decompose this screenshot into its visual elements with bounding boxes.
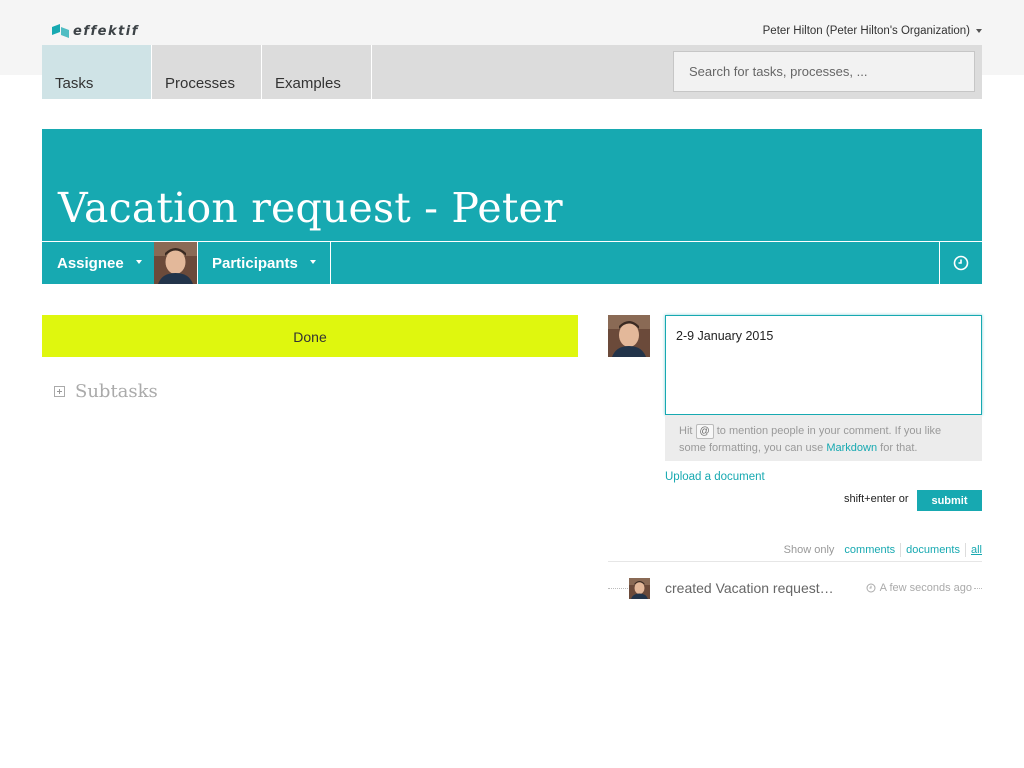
comment-input[interactable]: 2-9 January 2015	[665, 315, 982, 415]
subtasks-toggle[interactable]: Subtasks	[54, 381, 158, 402]
app-logo[interactable]: effektif	[52, 22, 139, 40]
activity-avatar	[629, 578, 650, 599]
timestamp-text: A few seconds ago	[879, 582, 972, 594]
tab-examples[interactable]: Examples	[262, 45, 372, 99]
subtasks-label: Subtasks	[75, 381, 158, 402]
avatar-image	[608, 315, 650, 357]
chevron-down-icon	[976, 29, 982, 33]
logo-text: effektif	[73, 23, 139, 39]
filter-all[interactable]: all	[971, 544, 982, 556]
activity-timestamp: A few seconds ago	[866, 582, 972, 594]
tab-processes[interactable]: Processes	[152, 45, 262, 99]
markdown-link[interactable]: Markdown	[826, 442, 877, 454]
task-title[interactable]: Vacation request - Peter	[58, 184, 563, 232]
expand-icon	[54, 386, 65, 397]
tab-label: Processes	[165, 75, 236, 92]
hint-text-pre: Hit	[679, 425, 693, 437]
user-menu-label: Peter Hilton (Peter Hilton's Organizatio…	[762, 25, 970, 37]
avatar-image	[154, 242, 197, 284]
divider	[608, 588, 628, 589]
avatar-image	[629, 578, 650, 599]
filter-comments[interactable]: comments	[844, 544, 895, 556]
comment-avatar	[608, 315, 650, 357]
done-button[interactable]: Done	[42, 315, 578, 357]
tab-label: Tasks	[55, 75, 94, 92]
submit-button[interactable]: submit	[917, 490, 982, 511]
show-only-label: Show only	[783, 544, 835, 556]
chevron-down-icon	[309, 260, 316, 265]
search-input[interactable]	[673, 51, 975, 92]
assignee-dropdown[interactable]: Assignee	[57, 242, 142, 284]
tab-label: Examples	[275, 75, 341, 92]
chevron-down-icon	[135, 260, 142, 265]
clock-icon	[866, 583, 876, 593]
clock-icon	[953, 255, 969, 271]
activity-item: created Vacation request… A few seconds …	[608, 578, 982, 600]
divider	[964, 543, 966, 557]
main-nav: Tasks Processes Examples	[42, 45, 982, 99]
divider	[197, 242, 198, 284]
upload-document-link[interactable]: Upload a document	[665, 471, 765, 483]
assignee-avatar[interactable]	[154, 242, 197, 284]
at-key: @	[695, 424, 714, 439]
task-header: Vacation request - Peter Assignee Partic…	[42, 129, 982, 284]
divider	[330, 242, 331, 284]
participants-dropdown[interactable]: Participants	[212, 242, 316, 284]
user-menu[interactable]: Peter Hilton (Peter Hilton's Organizatio…	[763, 25, 982, 37]
effektif-logo-icon	[52, 24, 69, 38]
tab-tasks[interactable]: Tasks	[42, 45, 152, 99]
divider	[974, 588, 982, 589]
due-date-button[interactable]	[940, 242, 982, 284]
divider	[900, 543, 902, 557]
submit-shortcut-hint: shift+enter or	[844, 493, 909, 505]
hint-text-post: for that.	[880, 442, 918, 454]
filter-documents[interactable]: documents	[906, 544, 960, 556]
comment-hint: Hit @ to mention people in your comment.…	[665, 415, 982, 461]
activity-filter: Show only comments documents all	[608, 543, 982, 562]
participants-label: Participants	[212, 255, 298, 272]
activity-text[interactable]: created Vacation request…	[665, 580, 834, 596]
assignee-label: Assignee	[57, 255, 124, 272]
task-header-bar: Assignee Participants	[42, 241, 982, 284]
